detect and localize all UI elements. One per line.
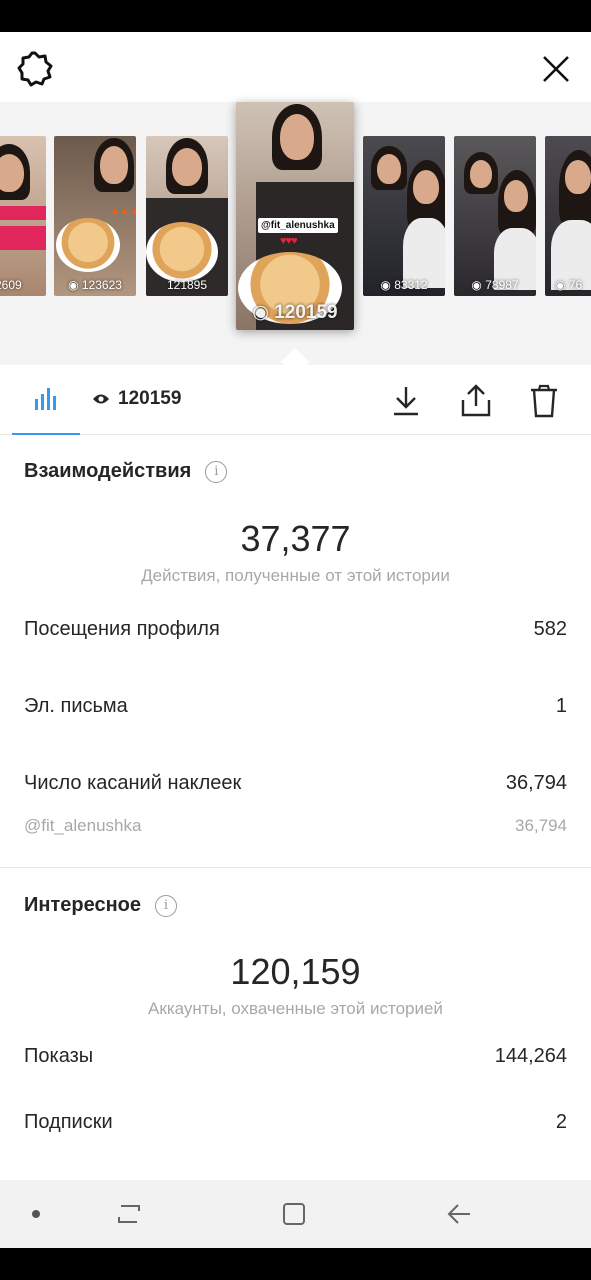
- mention-sticker: @fit_alenushka: [258, 218, 338, 233]
- discovery-total: 120,159: [230, 951, 361, 992]
- back-button[interactable]: [441, 1198, 477, 1230]
- interactions-caption: Действия, полученные от этой истории: [141, 566, 450, 585]
- eye-icon: ◉: [252, 302, 275, 323]
- story-thumbnail[interactable]: 121895: [146, 136, 228, 296]
- discovery-section-title: Интересное i: [24, 894, 177, 917]
- recents-button[interactable]: [111, 1198, 147, 1230]
- bottom-strip: [0, 1248, 591, 1280]
- story-view-count: ◉ 123623: [68, 278, 122, 292]
- story-insights-screen: 42609 ▲▲▲ ◉ 123623 121895 @fit_alenushka: [0, 32, 591, 1180]
- story-thumbnail[interactable]: ◉ 76: [545, 136, 591, 296]
- section-divider: [0, 867, 591, 868]
- story-carousel: 42609 ▲▲▲ ◉ 123623 121895 @fit_alenushka: [0, 102, 591, 377]
- download-button[interactable]: [386, 381, 426, 421]
- status-bar: [0, 0, 591, 32]
- metric-row-sticker-mention[interactable]: @fit_alenushka 36,794: [24, 816, 567, 836]
- story-view-count: ◉ 78987: [471, 278, 519, 292]
- metric-row-profile-visits: Посещения профиля 582: [24, 618, 567, 640]
- story-thumbnail[interactable]: ◉ 78987: [454, 136, 536, 296]
- share-button[interactable]: [456, 381, 496, 421]
- close-icon: [543, 56, 569, 82]
- info-icon[interactable]: i: [155, 894, 177, 917]
- share-icon: [461, 384, 491, 417]
- bar-chart-icon: [35, 388, 56, 410]
- download-icon: [394, 387, 418, 416]
- story-view-count: 121895: [166, 278, 208, 292]
- story-thumbnail-selected[interactable]: @fit_alenushka ♥♥♥ ◉ 120159: [236, 102, 354, 330]
- story-thumbnail[interactable]: 42609: [0, 136, 46, 296]
- story-view-count: ◉ 76: [555, 278, 583, 292]
- system-nav-bar: [0, 1180, 591, 1248]
- eye-icon: ◉: [555, 278, 569, 292]
- recents-icon: [118, 1205, 140, 1223]
- metric-row-sticker-taps: Число касаний наклеек 36,794: [24, 772, 567, 794]
- story-view-count: ◉ 83312: [380, 278, 428, 292]
- metric-row-follows: Подписки 2: [24, 1111, 567, 1133]
- back-arrow-icon: [447, 1204, 470, 1224]
- close-button[interactable]: [535, 48, 577, 90]
- hearts-sticker: ♥♥♥: [280, 235, 298, 247]
- story-thumbnail[interactable]: ▲▲▲ ◉ 123623: [54, 136, 136, 296]
- viewers-count: 120159: [118, 388, 182, 409]
- eye-icon: ◉: [68, 278, 82, 292]
- metric-row-emails: Эл. письма 1: [24, 695, 567, 717]
- story-view-count: ◉ 120159: [252, 302, 338, 323]
- viewers-tab[interactable]: 120159: [92, 388, 181, 410]
- delete-button[interactable]: [524, 381, 564, 421]
- trash-icon: [531, 384, 557, 418]
- eye-icon: ◉: [471, 278, 486, 292]
- interactions-section-title: Взаимодействия i: [24, 460, 228, 483]
- eye-icon: ◉: [380, 278, 395, 292]
- settings-button[interactable]: [14, 48, 56, 90]
- info-icon[interactable]: i: [205, 460, 228, 483]
- top-bar: [0, 32, 591, 102]
- interactions-total: 37,377: [240, 518, 351, 559]
- story-thumbnail[interactable]: ◉ 83312: [363, 136, 445, 296]
- metric-row-impressions: Показы 144,264: [24, 1045, 567, 1067]
- eye-icon: [93, 394, 109, 404]
- story-view-count: 42609: [0, 278, 22, 292]
- home-icon: [283, 1203, 305, 1225]
- home-button[interactable]: [276, 1198, 312, 1230]
- gear-icon: [17, 51, 53, 87]
- tab-insights[interactable]: [12, 365, 80, 435]
- nav-dot-icon[interactable]: [32, 1210, 40, 1218]
- discovery-caption: Аккаунты, охваченные этой историей: [148, 999, 443, 1018]
- insights-tab-row: 120159: [0, 365, 591, 435]
